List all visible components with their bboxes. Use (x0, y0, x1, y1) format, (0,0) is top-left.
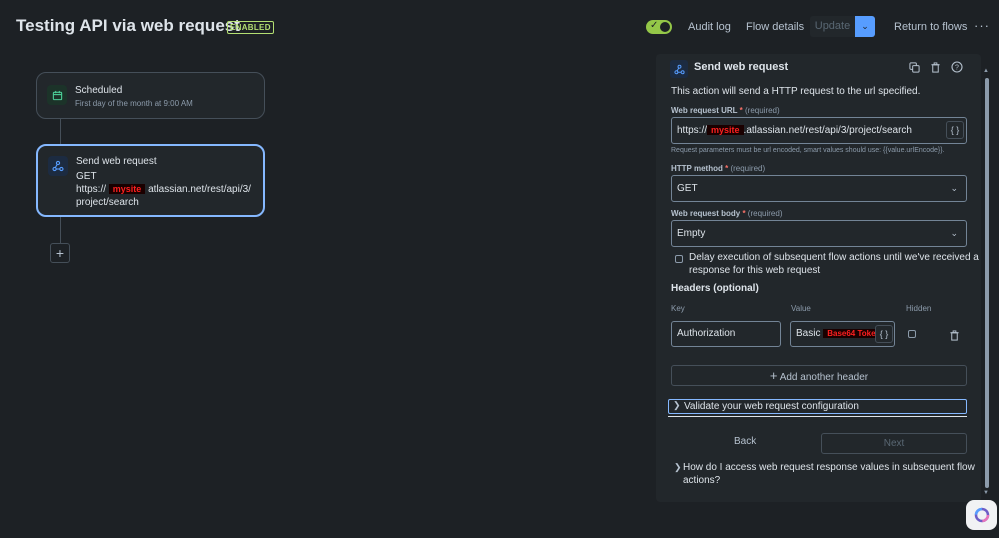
request-body-value: Empty (677, 228, 706, 239)
action-url-line2: project/search (76, 197, 139, 208)
url-label: Web request URL * (required) (671, 106, 780, 115)
delay-label: Delay execution of subsequent flow actio… (689, 251, 979, 277)
chevron-down-icon: ⌄ (861, 21, 869, 31)
http-method-value: GET (677, 183, 698, 194)
duplicate-icon[interactable] (909, 60, 920, 78)
assistant-logo-icon (974, 507, 989, 523)
top-bar: Testing API via web request ENABLED ✓ Au… (0, 0, 999, 54)
panel-title: Send web request (694, 61, 789, 73)
panel-scrollbar[interactable]: ▲ ▼ (983, 68, 991, 496)
header-key-input[interactable]: Authorization (671, 321, 781, 347)
faq-line2: actions? (683, 475, 721, 486)
plus-icon: + (769, 368, 778, 383)
validate-config-toggle[interactable]: ❯ Validate your web request configuratio… (668, 399, 967, 414)
body-label-text: Web request body (671, 209, 741, 218)
required-text: (required) (730, 164, 766, 173)
url-label-text: Web request URL (671, 106, 738, 115)
webhook-icon (48, 156, 68, 176)
add-header-button[interactable]: + Add another header (671, 365, 967, 386)
action-method: GET (76, 171, 97, 182)
update-dropdown-button[interactable]: ⌄ (855, 16, 875, 37)
request-body-select[interactable]: Empty ⌄ (671, 220, 967, 247)
url-suffix: .atlassian.net/rest/api/3/project/search (743, 125, 912, 136)
smart-value-button[interactable]: { } (875, 325, 893, 343)
check-icon: ✓ (650, 20, 659, 31)
flow-connector (60, 118, 61, 145)
delay-label-line1: Delay execution of subsequent flow actio… (689, 252, 979, 263)
chevron-down-icon: ⌄ (950, 228, 958, 238)
required-mark: * (742, 209, 746, 218)
scroll-up-icon[interactable]: ▲ (983, 68, 989, 74)
flow-details-button[interactable]: Flow details (746, 21, 804, 33)
svg-text:?: ? (955, 65, 959, 72)
body-label: Web request body * (required) (671, 209, 782, 218)
panel-description: This action will send a HTTP request to … (671, 86, 921, 97)
chevron-down-icon: ⌄ (950, 183, 958, 193)
calendar-icon (47, 85, 67, 105)
column-value: Value (791, 304, 811, 313)
trigger-name: Scheduled (75, 85, 123, 96)
action-url-suffix: atlassian.net/rest/api/3/ (148, 184, 251, 195)
url-hint: Request parameters must be url encoded, … (671, 147, 945, 154)
page-title: Testing API via web request (16, 16, 240, 35)
scrollbar-thumb[interactable] (985, 78, 989, 488)
more-options-icon[interactable]: ··· (974, 18, 990, 33)
next-button[interactable]: Next (821, 433, 967, 454)
webhook-icon (670, 60, 688, 78)
method-label-text: HTTP method (671, 164, 723, 173)
back-button[interactable]: Back (734, 436, 756, 447)
add-step-button[interactable]: + (50, 243, 70, 263)
column-key: Key (671, 304, 685, 313)
status-badge: ENABLED (227, 21, 274, 34)
action-url-prefix: https:// (76, 184, 107, 195)
config-panel: Send web request ? This action will send… (656, 54, 981, 502)
required-mark: * (725, 164, 729, 173)
faq-link[interactable]: How do I access web request response val… (683, 461, 975, 487)
column-hidden: Hidden (906, 304, 932, 313)
delete-header-icon[interactable] (949, 328, 960, 346)
header-value-prefix: Basic (796, 328, 821, 339)
action-card-send-web-request[interactable]: Send web request GET https:// mysite atl… (36, 144, 265, 217)
help-icon[interactable]: ? (951, 60, 963, 78)
audit-log-button[interactable]: Audit log (688, 21, 731, 33)
required-text: (required) (744, 106, 780, 115)
update-button[interactable]: Update (810, 16, 855, 37)
required-text: (required) (747, 209, 783, 218)
http-method-select[interactable]: GET ⌄ (671, 175, 967, 202)
url-input[interactable]: https://mysite .atlassian.net/rest/api/3/… (671, 117, 967, 144)
required-mark: * (739, 106, 743, 115)
validate-label: Validate your web request configuration (684, 401, 859, 412)
toggle-knob (660, 22, 670, 32)
add-header-label: Add another header (779, 372, 869, 383)
divider (668, 416, 967, 417)
action-name: Send web request (76, 156, 157, 167)
scroll-down-icon[interactable]: ▼ (983, 490, 989, 496)
delay-label-line2: response for this web request (689, 265, 821, 276)
enable-toggle[interactable]: ✓ (646, 20, 672, 34)
ai-assistant-button[interactable] (966, 500, 997, 530)
action-url: https:// mysite atlassian.net/rest/api/3… (76, 183, 251, 196)
redacted-site-name: mysite (707, 125, 744, 135)
smart-value-button[interactable]: { } (946, 121, 964, 139)
flow-connector (60, 217, 61, 243)
delay-checkbox[interactable] (675, 255, 683, 263)
trigger-detail: First day of the month at 9:00 AM (75, 99, 193, 108)
url-prefix: https:// (677, 125, 708, 136)
redacted-site-name: mysite (108, 184, 146, 194)
chevron-right-icon: ❯ (674, 462, 682, 472)
method-label: HTTP method * (required) (671, 164, 765, 173)
return-to-flows-button[interactable]: Return to flows (894, 21, 967, 33)
hidden-checkbox[interactable] (908, 330, 916, 338)
faq-line1: How do I access web request response val… (683, 462, 975, 473)
trigger-card-scheduled[interactable]: Scheduled First day of the month at 9:00… (36, 72, 265, 119)
delete-icon[interactable] (930, 60, 941, 78)
chevron-right-icon: ❯ (673, 400, 681, 410)
headers-title: Headers (optional) (671, 283, 759, 294)
